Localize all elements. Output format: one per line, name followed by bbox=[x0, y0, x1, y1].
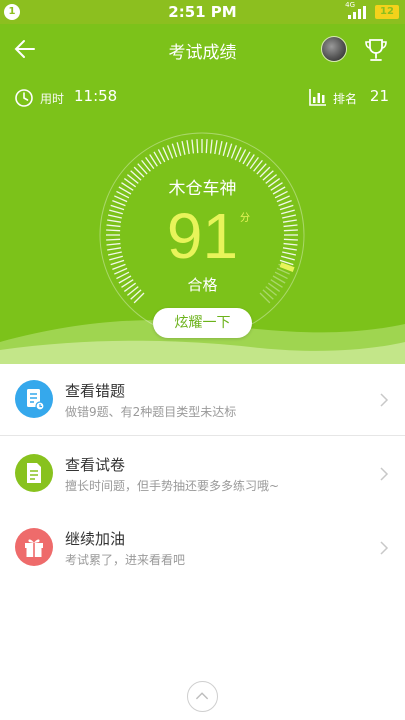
chevron-right-icon bbox=[380, 541, 389, 555]
gauge-tick bbox=[191, 139, 195, 154]
gauge-tick bbox=[218, 140, 223, 155]
gauge-tick bbox=[171, 143, 178, 158]
user-name: 木仓车神 bbox=[168, 179, 237, 199]
scroll-up-button[interactable] bbox=[187, 681, 218, 712]
gauge-tick bbox=[162, 147, 170, 161]
grade-label: 合格 bbox=[187, 276, 218, 294]
gauge-tick bbox=[196, 139, 199, 154]
trophy-icon[interactable] bbox=[362, 36, 390, 64]
list-item-keep-going[interactable]: 继续加油 考试累了，进来看看吧 bbox=[0, 512, 405, 582]
exam-result-screen: 1 2:51 PM 4G 12 考试成绩 用时 11:58 排名 21 木仓车神… bbox=[0, 0, 405, 720]
list-item-subtitle: 考试累了，进来看看吧 bbox=[65, 553, 186, 567]
rank-value: 21 bbox=[369, 87, 389, 105]
bar-chart-icon bbox=[309, 89, 326, 106]
gauge-tick bbox=[186, 140, 190, 155]
navigation-bar: 考试成绩 bbox=[0, 24, 405, 76]
score-value: 91 bbox=[166, 200, 239, 272]
rank-label: 排名 bbox=[333, 92, 358, 106]
gauge-tick bbox=[205, 139, 208, 154]
score-unit: 分 bbox=[240, 213, 250, 224]
score-hero: 考试成绩 用时 11:58 排名 21 木仓车神 91 分 合格 炫耀一下 bbox=[0, 24, 405, 364]
share-button[interactable]: 炫耀一下 bbox=[153, 308, 252, 338]
exam-paper-icon bbox=[15, 454, 53, 492]
list-item-exam-paper[interactable]: 查看试卷 擅长时间题，但手势抽还要多多练习哦~ bbox=[0, 438, 405, 508]
battery-icon: 12 bbox=[375, 5, 399, 19]
list-item-title: 查看试卷 bbox=[65, 456, 126, 474]
gauge-tick bbox=[234, 147, 242, 161]
gauge-tick bbox=[230, 145, 238, 159]
chevron-right-icon bbox=[380, 393, 389, 407]
time-value: 11:58 bbox=[74, 87, 118, 105]
divider bbox=[0, 435, 405, 436]
list-item-title: 查看错题 bbox=[65, 382, 126, 400]
gauge-tick bbox=[209, 139, 213, 154]
gauge-tick bbox=[166, 145, 174, 159]
gauge-tick bbox=[226, 143, 233, 158]
gauge-tick bbox=[181, 140, 186, 155]
clock-icon bbox=[15, 89, 33, 107]
list-item-subtitle: 擅长时间题，但手势抽还要多多练习哦~ bbox=[65, 479, 280, 493]
gauge-tick bbox=[214, 140, 218, 155]
list-item-wrong-questions[interactable]: 查看错题 做错9题、有2种题目类型未达标 bbox=[0, 364, 405, 436]
gauge-tick bbox=[222, 142, 228, 156]
list-item-title: 继续加油 bbox=[65, 530, 126, 548]
gift-icon bbox=[15, 528, 53, 566]
avatar[interactable] bbox=[321, 36, 347, 62]
time-label: 用时 bbox=[40, 92, 65, 106]
chevron-up-icon bbox=[195, 692, 209, 700]
rank: 排名 21 bbox=[309, 86, 389, 108]
status-bar: 1 2:51 PM 4G 12 bbox=[0, 0, 405, 24]
list-item-subtitle: 做错9题、有2种题目类型未达标 bbox=[65, 405, 237, 419]
wrong-questions-icon bbox=[15, 380, 53, 418]
chevron-right-icon bbox=[380, 467, 389, 481]
signal-icon bbox=[348, 6, 366, 19]
gauge-tick bbox=[176, 142, 182, 156]
